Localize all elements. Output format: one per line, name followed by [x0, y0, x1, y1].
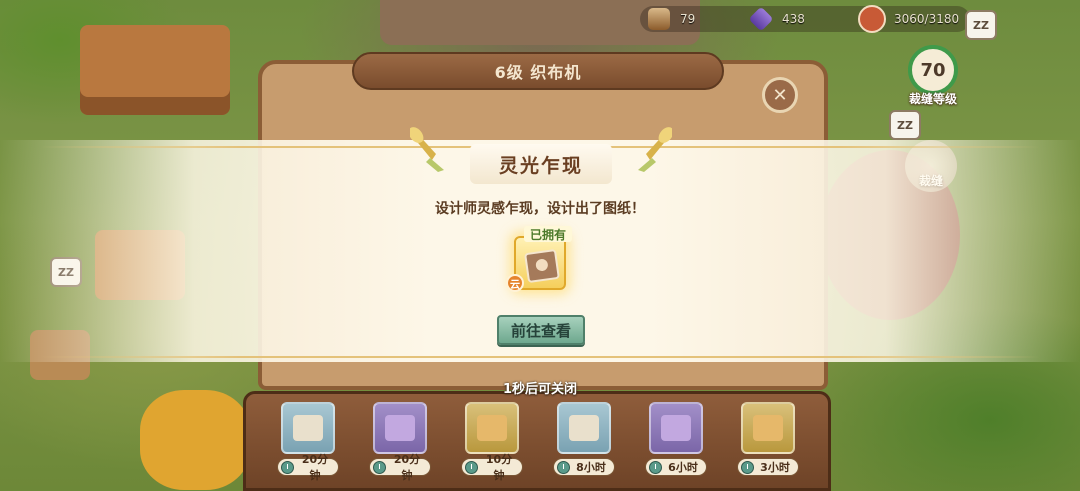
queue-time-label: 20分钟 [301, 453, 329, 482]
popup-border-bottom [40, 356, 1040, 358]
popup-description: 设计师灵感乍现，设计出了图纸！ [435, 201, 645, 217]
gem-count: 438 [782, 12, 805, 26]
storage-resource[interactable]: 3060/3180 [858, 5, 960, 33]
queue-time-label: 10分钟 [485, 453, 513, 482]
cloud-badge-icon: 云 [506, 274, 524, 292]
close-countdown: 1秒后可关闭 [502, 382, 578, 397]
market-stall[interactable] [80, 25, 230, 115]
queue-item-icon [741, 402, 795, 454]
clock-icon [649, 460, 662, 474]
popup-title-plate: 灵光乍现 [470, 144, 612, 184]
fabric-icon [385, 415, 415, 441]
wood-resource[interactable]: 79 [648, 8, 695, 30]
queue-time-label: 20分钟 [393, 453, 421, 482]
fabric-icon [477, 415, 507, 441]
queue-time-label: 8小时 [576, 461, 606, 474]
queue-timer: 20分钟 [277, 453, 339, 482]
blueprint-pattern-icon [524, 248, 560, 284]
blueprint-card[interactable]: 已拥有 云 [506, 226, 572, 292]
fabric-icon [293, 415, 323, 441]
fabric-icon [753, 415, 783, 441]
storage-count: 3060/3180 [894, 12, 960, 26]
queue-slot[interactable]: 6小时 [645, 402, 707, 476]
queue-slot[interactable]: 20分钟 [369, 402, 431, 482]
queue-item-icon [649, 402, 703, 454]
queue-item-icon [465, 402, 519, 454]
close-icon[interactable]: ✕ [762, 77, 798, 113]
wood-icon [648, 8, 670, 30]
tailor-level-label: 裁缝等级 [908, 92, 957, 106]
owned-tag: 已拥有 [524, 226, 572, 242]
sleep-icon[interactable]: ZZ [965, 10, 997, 40]
fabric-icon [661, 415, 691, 441]
queue-item-icon [557, 402, 611, 454]
popup-title-banner: 灵光乍现 [410, 118, 672, 190]
tailor-level-badge[interactable]: 70 [908, 45, 958, 95]
popup-title: 灵光乍现 [498, 154, 583, 177]
beehive-building[interactable] [140, 390, 250, 490]
queue-timer: 20分钟 [369, 453, 431, 482]
loom-title: 6级 织布机 [352, 52, 724, 90]
clock-icon [741, 460, 754, 474]
queue-timer: 8小时 [553, 458, 615, 476]
clock-icon [281, 460, 294, 474]
queue-slot[interactable]: 20分钟 [277, 402, 339, 482]
queue-timer: 3小时 [737, 458, 799, 476]
clock-icon [557, 460, 570, 474]
gem-resource[interactable]: 438 [748, 6, 805, 32]
clock-icon [465, 460, 478, 474]
trumpet-icon [410, 127, 444, 172]
queue-item-icon [281, 402, 335, 454]
view-button[interactable]: 前往查看 [497, 315, 585, 345]
trumpet-icon [638, 127, 672, 172]
house-icon [858, 5, 886, 33]
sleep-icon[interactable]: ZZ [889, 110, 921, 140]
fabric-icon [569, 415, 599, 441]
clock-icon [373, 460, 386, 474]
wood-count: 79 [680, 12, 696, 26]
queue-slot[interactable]: 10分钟 [461, 402, 523, 482]
queue-timer: 6小时 [645, 458, 707, 476]
queue-timer: 10分钟 [461, 453, 523, 482]
queue-time-label: 3小时 [760, 461, 790, 474]
queue-slot[interactable]: 8小时 [553, 402, 615, 476]
queue-item-icon [373, 402, 427, 454]
gem-icon [748, 6, 774, 32]
queue-time-label: 6小时 [668, 461, 698, 474]
queue-slot[interactable]: 3小时 [737, 402, 799, 476]
